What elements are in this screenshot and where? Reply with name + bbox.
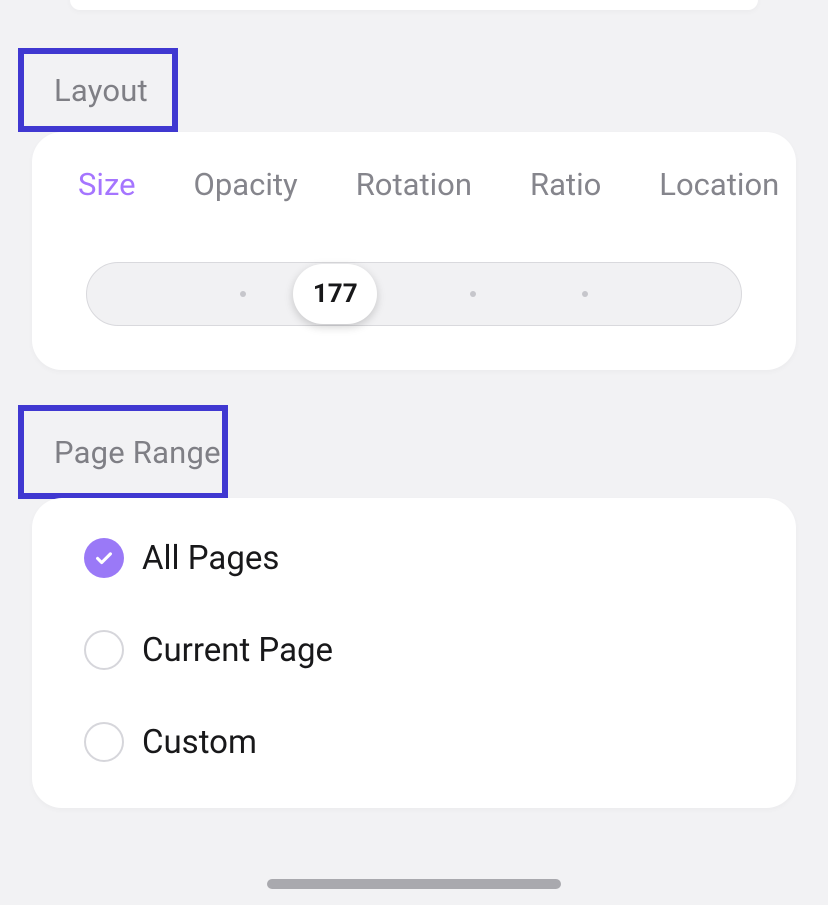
page-range-heading-highlight: Page Range xyxy=(18,405,228,499)
radio-label: Current Page xyxy=(142,631,333,670)
radio-unchecked-icon xyxy=(84,722,124,762)
page-range-option-current-page[interactable]: Current Page xyxy=(32,604,796,696)
layout-section-heading: Layout xyxy=(54,72,148,109)
layout-heading-highlight: Layout xyxy=(18,48,178,132)
tab-rotation[interactable]: Rotation xyxy=(356,166,472,203)
slider-track[interactable] xyxy=(86,262,742,326)
slider-tick xyxy=(240,291,246,297)
page-range-section-heading: Page Range xyxy=(54,434,221,471)
radio-unchecked-icon xyxy=(84,630,124,670)
previous-card-sliver xyxy=(70,0,758,10)
tab-ratio[interactable]: Ratio xyxy=(530,166,601,203)
size-slider[interactable]: 177 xyxy=(86,262,742,326)
tab-opacity[interactable]: Opacity xyxy=(194,166,298,203)
slider-thumb[interactable]: 177 xyxy=(293,264,377,324)
tab-size[interactable]: Size xyxy=(78,166,136,203)
radio-label: Custom xyxy=(142,723,257,762)
layout-card: Size Opacity Rotation Ratio Location 177 xyxy=(32,132,796,370)
tab-location[interactable]: Location xyxy=(659,166,779,203)
radio-checked-icon xyxy=(84,538,124,578)
slider-value: 177 xyxy=(313,279,358,309)
slider-tick xyxy=(470,291,476,297)
home-indicator[interactable] xyxy=(267,879,561,889)
page-range-option-custom[interactable]: Custom xyxy=(32,696,796,788)
slider-tick xyxy=(582,291,588,297)
page-range-option-all-pages[interactable]: All Pages xyxy=(32,498,796,604)
layout-tabs: Size Opacity Rotation Ratio Location xyxy=(32,132,796,203)
page-range-card: All Pages Current Page Custom xyxy=(32,498,796,808)
radio-label: All Pages xyxy=(142,539,279,578)
